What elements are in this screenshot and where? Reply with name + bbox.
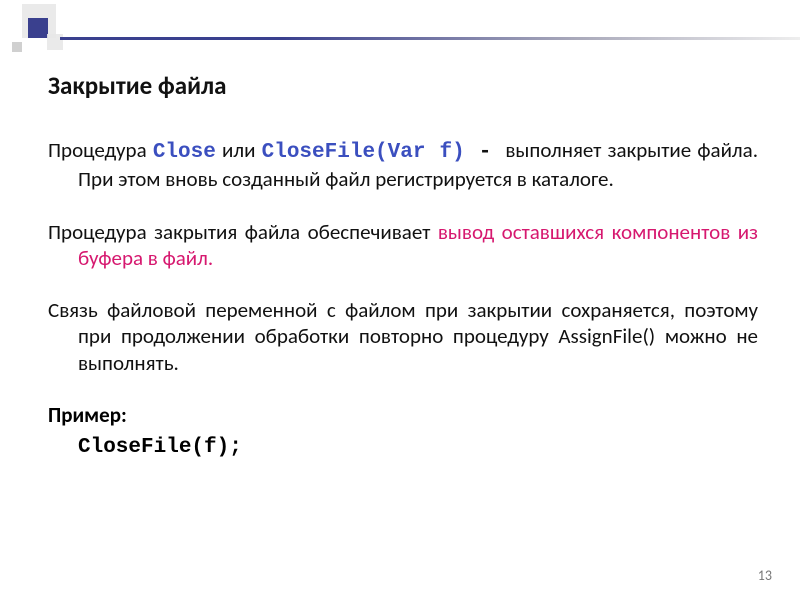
page-number: 13 (758, 567, 772, 584)
decor-square-dark (28, 18, 48, 38)
slide: Закрытие файла Процедура Close или Close… (0, 0, 800, 600)
decor-square-faint (12, 42, 22, 52)
text-dash: - (465, 141, 506, 164)
header-rule (60, 37, 800, 40)
content-area: Закрытие файла Процедура Close или Close… (48, 70, 758, 459)
code-closefile-var: CloseFile(Var f) (262, 141, 465, 164)
text-or: или (216, 137, 262, 163)
paragraph-procedure-description: Процедура Close или CloseFile(Var f) - в… (48, 137, 758, 193)
slide-heading: Закрытие файла (48, 70, 758, 101)
text-lead-2: Процедура закрытия файла обеспечивает (48, 219, 438, 245)
paragraph-assignfile-note: Связь файловой переменной с файлом при з… (48, 297, 758, 376)
code-close: Close (153, 141, 216, 164)
paragraph-buffer-flush: Процедура закрытия файла обеспечивает вы… (48, 219, 758, 272)
example-code: CloseFile(f); (48, 436, 758, 459)
text-lead: Процедура (48, 137, 153, 163)
example-label: Пример: (48, 402, 758, 428)
